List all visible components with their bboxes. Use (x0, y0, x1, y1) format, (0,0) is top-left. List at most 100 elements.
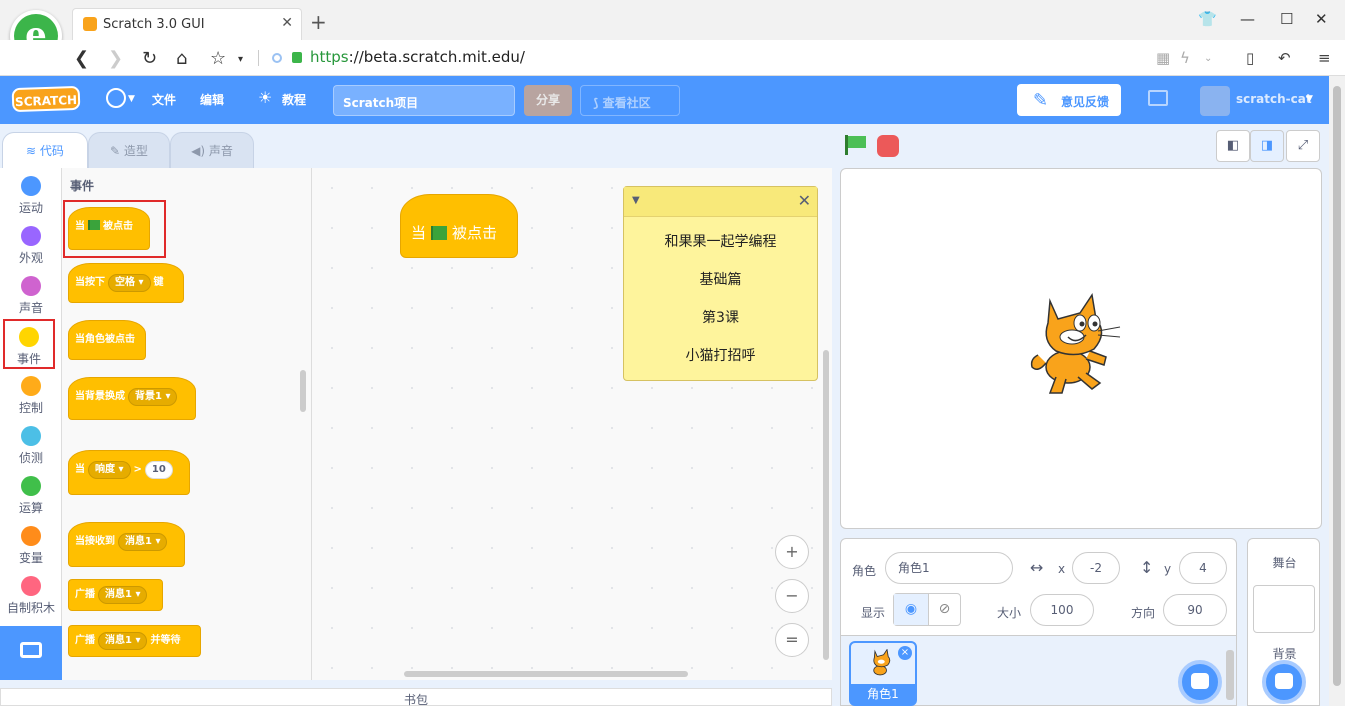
refresh-icon[interactable]: ↻ (142, 48, 157, 69)
green-flag-button[interactable] (845, 135, 867, 155)
delete-sprite-button[interactable]: × (898, 646, 912, 660)
share-button[interactable]: 分享 (524, 85, 572, 116)
choose-backdrop-button[interactable] (1262, 660, 1306, 704)
home-icon[interactable]: ⌂ (176, 48, 187, 69)
language-dropdown-icon[interactable]: ▼ (128, 94, 135, 104)
stop-button[interactable] (877, 135, 899, 157)
message-dropdown[interactable]: 消息1 ▾ (98, 586, 148, 604)
message-dropdown[interactable]: 消息1 ▾ (98, 632, 148, 650)
language-globe-icon[interactable] (106, 88, 126, 108)
cat-sprite[interactable] (1028, 293, 1128, 397)
forward-icon[interactable]: ❯ (108, 48, 123, 69)
wardrobe-icon[interactable]: 👕 (1198, 10, 1217, 28)
normal-stage-button[interactable]: ◨ (1250, 130, 1284, 162)
sensor-dropdown[interactable]: 响度 ▾ (88, 461, 131, 479)
block-when-flag-clicked[interactable]: 当 被点击 (68, 207, 150, 250)
close-icon[interactable]: ✕ (798, 191, 811, 210)
minimize-button[interactable]: — (1240, 10, 1255, 28)
qr-code-icon[interactable]: ▦ (1156, 49, 1170, 67)
hide-eye-icon[interactable]: ⊘ (928, 594, 960, 625)
url-field[interactable]: https://beta.scratch.mit.edu/ (310, 48, 525, 66)
device-icon[interactable]: ▯ (1246, 49, 1254, 67)
category-motion[interactable]: 运动 (0, 168, 62, 218)
divider (258, 50, 259, 66)
size-input[interactable]: 100 (1030, 594, 1094, 626)
tutorials-bulb-icon[interactable]: ☀ (258, 88, 272, 107)
number-input[interactable]: 10 (144, 461, 173, 479)
tab-close-icon[interactable]: ✕ (281, 15, 293, 31)
workspace-comment[interactable]: ▼ ✕ 和果果一起学编程 基础篇 第3课 小猫打招呼 (623, 186, 818, 381)
workspace-when-flag-block[interactable]: 当 被点击 (400, 194, 518, 258)
zoom-in-button[interactable]: + (775, 535, 809, 569)
edit-menu[interactable]: 编辑 (200, 91, 224, 108)
block-text: 当 (411, 224, 427, 242)
small-stage-button[interactable]: ◧ (1216, 130, 1250, 162)
menu-icon[interactable]: ≡ (1318, 49, 1331, 67)
sprite-tile[interactable]: × 角色1 (849, 641, 917, 706)
star-icon[interactable]: ☆ (210, 48, 226, 69)
account-username[interactable]: scratch-cat (1236, 92, 1312, 106)
y-input[interactable]: 4 (1179, 552, 1227, 584)
star-dropdown-icon[interactable]: ▾ (238, 54, 243, 65)
back-icon[interactable]: ❮ (74, 48, 89, 69)
page-scrollbar[interactable] (1329, 76, 1345, 706)
block-when-receive[interactable]: 当接收到 消息1 ▾ (68, 522, 185, 567)
add-extension-button[interactable] (0, 626, 62, 680)
block-when-sprite-clicked[interactable]: 当角色被点击 (68, 320, 146, 360)
choose-sprite-button[interactable] (1178, 660, 1222, 704)
see-community-button[interactable]: ⟆ 查看社区 (580, 85, 680, 116)
new-tab-button[interactable]: + (310, 10, 327, 34)
tab-costumes[interactable]: ✎ 造型 (88, 132, 170, 168)
maximize-button[interactable]: ☐ (1280, 10, 1293, 28)
account-dropdown-icon[interactable]: ▼ (1306, 94, 1313, 104)
user-avatar[interactable] (1200, 86, 1230, 116)
sprite-list-scrollbar[interactable] (1226, 650, 1234, 700)
category-my-blocks[interactable]: 自制积木 (0, 568, 62, 618)
project-title-input[interactable]: Scratch项目 (333, 85, 515, 116)
comment-header[interactable]: ▼ ✕ (624, 187, 817, 217)
category-sensing[interactable]: 侦测 (0, 418, 62, 468)
backpack-header[interactable]: 书包 (0, 688, 832, 706)
block-broadcast-and-wait[interactable]: 广播 消息1 ▾ 并等待 (68, 625, 201, 657)
x-input[interactable]: -2 (1072, 552, 1120, 584)
category-sound[interactable]: 声音 (0, 268, 62, 318)
fullscreen-button[interactable]: ⤢ (1286, 130, 1320, 162)
message-dropdown[interactable]: 消息1 ▾ (118, 533, 168, 551)
workspace-vertical-scrollbar[interactable] (823, 350, 829, 660)
sprite-name-input[interactable]: 角色1 (885, 552, 1013, 584)
browser-tab[interactable]: Scratch 3.0 GUI ✕ (72, 8, 302, 40)
key-dropdown[interactable]: 空格 ▾ (108, 274, 151, 292)
category-control[interactable]: 控制 (0, 368, 62, 418)
category-variables[interactable]: 变量 (0, 518, 62, 568)
category-looks[interactable]: 外观 (0, 218, 62, 268)
collapse-caret-icon[interactable]: ▼ (632, 195, 640, 206)
block-when-backdrop-switches[interactable]: 当背景换成 背景1 ▾ (68, 377, 196, 420)
chevron-down-icon[interactable]: ⌄ (1204, 53, 1212, 64)
bolt-icon[interactable]: ϟ (1180, 49, 1190, 67)
palette-scrollbar[interactable] (300, 370, 306, 412)
block-when-key-pressed[interactable]: 当按下 空格 ▾ 键 (68, 263, 184, 303)
tab-sounds[interactable]: ◀) 声音 (170, 132, 254, 168)
feedback-button[interactable]: ✎ 意见反馈 (1017, 84, 1121, 116)
block-when-greater-than[interactable]: 当响度 ▾ >10 (68, 450, 190, 495)
page-scrollbar-thumb[interactable] (1333, 86, 1341, 686)
close-window-button[interactable]: ✕ (1315, 10, 1328, 28)
tab-code[interactable]: ≋ 代码 (2, 132, 88, 168)
zoom-reset-button[interactable]: = (775, 623, 809, 657)
site-info-icon[interactable] (272, 53, 282, 63)
category-label: 运算 (18, 501, 43, 515)
backdrop-dropdown[interactable]: 背景1 ▾ (128, 388, 178, 406)
block-broadcast[interactable]: 广播 消息1 ▾ (68, 579, 163, 611)
direction-input[interactable]: 90 (1163, 594, 1227, 626)
show-eye-icon[interactable]: ◉ (894, 594, 928, 625)
file-menu[interactable]: 文件 (152, 91, 176, 108)
scratch-logo[interactable]: SCRATCH (11, 85, 81, 113)
workspace-horizontal-scrollbar[interactable] (404, 671, 688, 677)
url-rest: ://beta.scratch.mit.edu/ (348, 48, 525, 66)
my-stuff-folder-icon[interactable] (1148, 90, 1168, 106)
undo-icon[interactable]: ↶ (1278, 49, 1291, 67)
category-events[interactable]: 事件 (3, 319, 55, 369)
tutorials-menu[interactable]: 教程 (282, 91, 306, 108)
zoom-out-button[interactable]: − (775, 579, 809, 613)
category-operators[interactable]: 运算 (0, 468, 62, 518)
